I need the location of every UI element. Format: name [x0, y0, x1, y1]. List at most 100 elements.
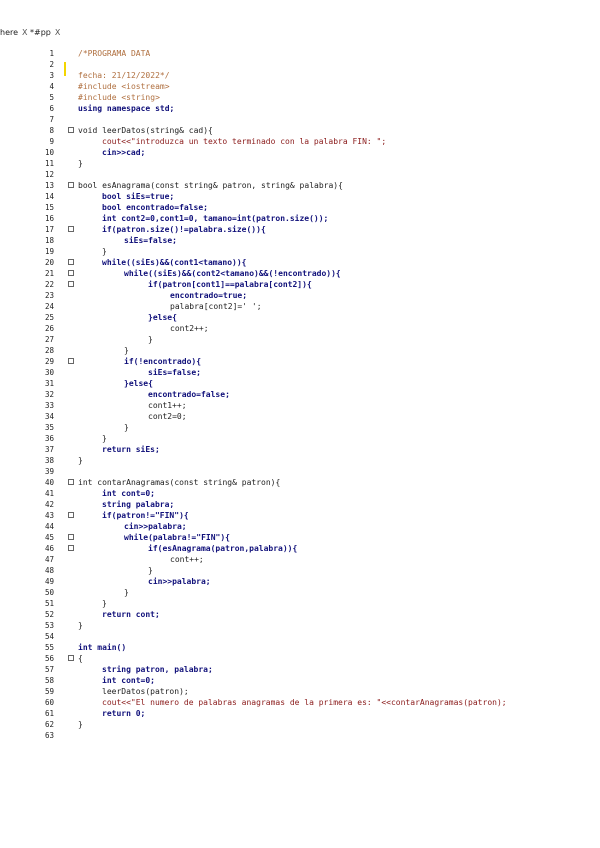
code-line[interactable]: 37 return siEs; — [0, 444, 600, 455]
code-line[interactable]: 23 encontrado=true; — [0, 290, 600, 301]
code-line[interactable]: 63 — [0, 730, 600, 741]
code-line[interactable]: 22 if(patron[cont1]==palabra[cont2]){ — [0, 279, 600, 290]
fold-toggle-icon[interactable] — [68, 534, 74, 540]
code-line[interactable]: 8 void leerDatos(string& cad){ — [0, 125, 600, 136]
code-line[interactable]: 14 bool siEs=true; — [0, 191, 600, 202]
code-line[interactable]: 31}else{ — [0, 378, 600, 389]
fold-toggle-icon[interactable] — [68, 655, 74, 661]
code-line[interactable]: 53} — [0, 620, 600, 631]
code-line[interactable]: 13 bool esAnagrama(const string& patron, … — [0, 180, 600, 191]
code-line[interactable]: 50} — [0, 587, 600, 598]
fold-toggle-icon[interactable] — [68, 270, 74, 276]
code-line[interactable]: 19} — [0, 246, 600, 257]
code-line[interactable]: 52 return cont; — [0, 609, 600, 620]
code-line[interactable]: 36} — [0, 433, 600, 444]
code-line[interactable]: 49 cin>>palabra; — [0, 576, 600, 587]
code-line[interactable]: 39 — [0, 466, 600, 477]
code-text: } — [124, 346, 129, 355]
code-text: } — [78, 456, 83, 465]
fold-toggle-icon[interactable] — [68, 182, 74, 188]
line-number: 11 — [44, 159, 54, 168]
code-line[interactable]: 29 if(!encontrado){ — [0, 356, 600, 367]
code-line[interactable]: 61 return 0; — [0, 708, 600, 719]
fold-toggle-icon[interactable] — [68, 358, 74, 364]
code-line[interactable]: 17 if(patron.size()!=palabra.size()){ — [0, 224, 600, 235]
code-line[interactable]: 11} — [0, 158, 600, 169]
code-text: int contarAnagramas(const string& patron… — [78, 478, 281, 487]
code-text: { — [78, 654, 83, 663]
code-text: while((siEs)&&(cont1<tamano)){ — [102, 258, 247, 267]
code-line[interactable]: 51} — [0, 598, 600, 609]
code-line[interactable]: 43 if(patron!="FIN"){ — [0, 510, 600, 521]
fold-toggle-icon[interactable] — [68, 512, 74, 518]
code-line[interactable]: 40 int contarAnagramas(const string& patr… — [0, 477, 600, 488]
line-number: 39 — [44, 467, 54, 476]
code-line[interactable]: 27} — [0, 334, 600, 345]
line-number: 56 — [44, 654, 54, 663]
code-line[interactable]: 34 cont2=0; — [0, 411, 600, 422]
code-line[interactable]: 56 { — [0, 653, 600, 664]
fold-toggle-icon[interactable] — [68, 545, 74, 551]
code-line[interactable]: 20 while((siEs)&&(cont1<tamano)){ — [0, 257, 600, 268]
code-line[interactable]: 5 #include <string> — [0, 92, 600, 103]
code-line[interactable]: 62} — [0, 719, 600, 730]
close-icon[interactable]: X — [22, 28, 27, 37]
code-line[interactable]: 15 bool encontrado=false; — [0, 202, 600, 213]
line-number: 12 — [44, 170, 54, 179]
code-line[interactable]: 9 cout<<"introduzca un texto terminado co… — [0, 136, 600, 147]
code-text: return 0; — [102, 709, 146, 718]
code-line[interactable]: 44 cin>>palabra; — [0, 521, 600, 532]
code-line[interactable]: 45 while(palabra!="FIN"){ — [0, 532, 600, 543]
code-line[interactable]: 18 siEs=false; — [0, 235, 600, 246]
code-line[interactable]: 30 siEs=false; — [0, 367, 600, 378]
code-line[interactable]: 38} — [0, 455, 600, 466]
code-line[interactable]: 12 — [0, 169, 600, 180]
fold-toggle-icon[interactable] — [68, 127, 74, 133]
code-line[interactable]: 55 int main() — [0, 642, 600, 653]
code-line[interactable]: 46 if(esAnagrama(patron,palabra)){ — [0, 543, 600, 554]
fold-toggle-icon[interactable] — [68, 281, 74, 287]
code-line[interactable]: 16 int cont2=0,cont1=0, tamano=int(patron… — [0, 213, 600, 224]
code-line[interactable]: 59 leerDatos(patron); — [0, 686, 600, 697]
code-text: int cont=0; — [102, 489, 155, 498]
code-line[interactable]: 6 using namespace std; — [0, 103, 600, 114]
close-icon[interactable]: X — [55, 28, 60, 37]
line-number: 49 — [44, 577, 54, 586]
code-line[interactable]: 3 fecha: 21/12/2022*/ — [0, 70, 600, 81]
tab-app[interactable]: *#pp X — [30, 28, 60, 37]
code-line[interactable]: 24 palabra[cont2]=' '; — [0, 301, 600, 312]
code-line[interactable]: 1 /*PROGRAMA DATA — [0, 48, 600, 59]
code-editor[interactable]: 1/*PROGRAMA DATA 2 3 fecha: 21/12/2022*/4 #i… — [0, 48, 600, 741]
fold-toggle-icon[interactable] — [68, 226, 74, 232]
code-line[interactable]: 54 — [0, 631, 600, 642]
code-line[interactable]: 4 #include <iostream> — [0, 81, 600, 92]
code-line[interactable]: 10 cin>>cad; — [0, 147, 600, 158]
code-line[interactable]: 32 encontrado=false; — [0, 389, 600, 400]
code-line[interactable]: 26 cont2++; — [0, 323, 600, 334]
code-line[interactable]: 35} — [0, 422, 600, 433]
code-line[interactable]: 57 string patron, palabra; — [0, 664, 600, 675]
code-line[interactable]: 42 string palabra; — [0, 499, 600, 510]
line-number: 34 — [44, 412, 54, 421]
code-line[interactable]: 2 — [0, 59, 600, 70]
code-text: cont2++; — [170, 324, 209, 333]
code-line[interactable]: 25}else{ — [0, 312, 600, 323]
code-line[interactable]: 33 cont1++; — [0, 400, 600, 411]
code-text: siEs=false; — [148, 368, 201, 377]
fold-toggle-icon[interactable] — [68, 479, 74, 485]
code-text: } — [148, 335, 153, 344]
code-line[interactable]: 41 int cont=0; — [0, 488, 600, 499]
code-line[interactable]: 58 int cont=0; — [0, 675, 600, 686]
code-line[interactable]: 21 while((siEs)&&(cont2<tamano)&&(!encont… — [0, 268, 600, 279]
code-line[interactable]: 60 cout<<"El numero de palabras anagramas… — [0, 697, 600, 708]
code-text: cin>>palabra; — [148, 577, 211, 586]
tab-here[interactable]: here X — [0, 28, 28, 37]
code-text: if(patron!="FIN"){ — [102, 511, 189, 520]
line-number: 32 — [44, 390, 54, 399]
code-line[interactable]: 47 cont++; — [0, 554, 600, 565]
code-line[interactable]: 28} — [0, 345, 600, 356]
code-line[interactable]: 48} — [0, 565, 600, 576]
fold-toggle-icon[interactable] — [68, 259, 74, 265]
line-number: 29 — [44, 357, 54, 366]
code-line[interactable]: 7 — [0, 114, 600, 125]
